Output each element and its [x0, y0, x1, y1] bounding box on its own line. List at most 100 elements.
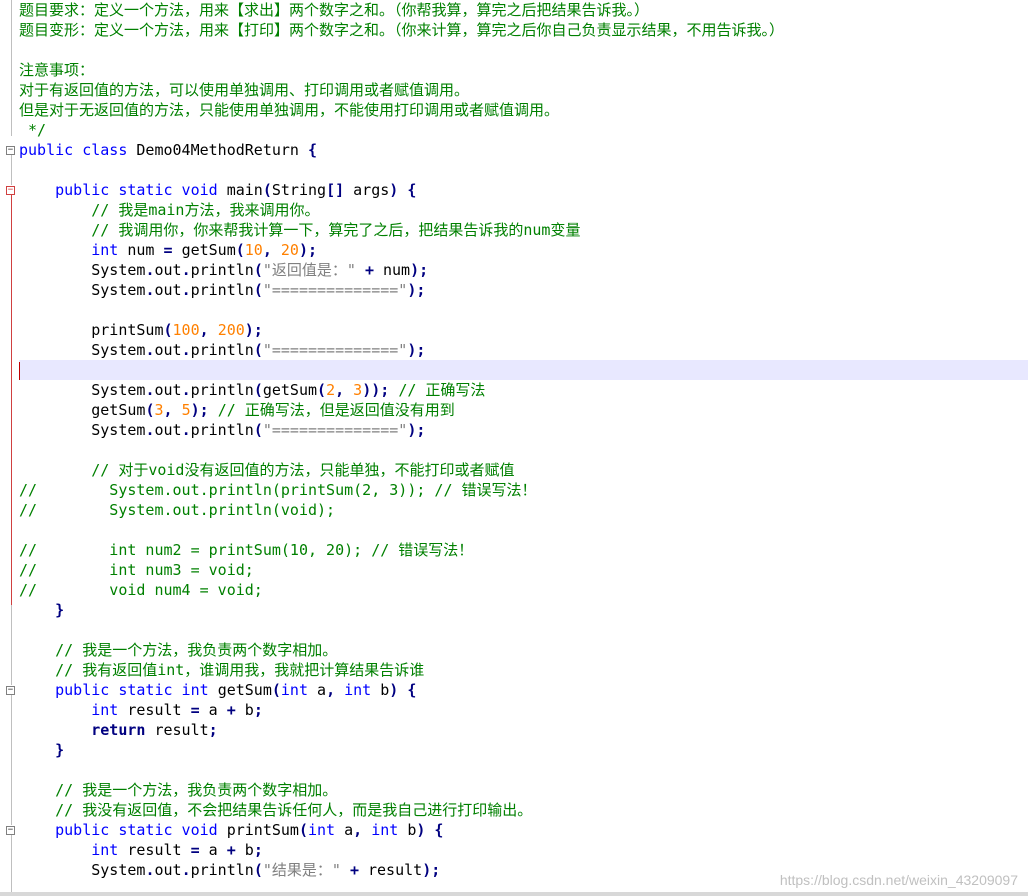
code-line[interactable] — [19, 520, 1028, 540]
fold-toggle-getsum[interactable]: − — [6, 686, 15, 695]
code-token: ) { — [389, 181, 417, 199]
code-line[interactable]: // System.out.println(printSum(2, 3)); /… — [19, 480, 1028, 500]
fold-toggle-class[interactable]: − — [6, 146, 15, 155]
code-line[interactable]: // int num2 = printSum(10, 20); // 错误写法！ — [19, 540, 1028, 560]
code-token: int — [91, 841, 128, 859]
code-line[interactable]: return result; — [19, 720, 1028, 740]
code-token: 5 — [181, 401, 191, 419]
code-token: System — [19, 341, 146, 359]
code-line[interactable]: 题目要求：定义一个方法，用来【求出】两个数字之和。（你帮我算，算完之后把结果告诉… — [19, 0, 1028, 20]
horizontal-scrollbar[interactable] — [0, 892, 1028, 896]
code-line[interactable]: public static int getSum(int a, int b) { — [19, 680, 1028, 700]
code-token: printSum — [19, 321, 164, 339]
code-line[interactable]: getSum(3, 5); // 正确写法，但是返回值没有用到 — [19, 400, 1028, 420]
code-line[interactable] — [19, 760, 1028, 780]
fold-toggle-main[interactable]: − — [6, 186, 15, 195]
code-line[interactable]: System.out.println("=============="); — [19, 340, 1028, 360]
code-line[interactable]: // 我调用你，你来帮我计算一下，算完了之后，把结果告诉我的num变量 — [19, 220, 1028, 240]
code-token: args — [353, 181, 390, 199]
code-token: "==============" — [262, 341, 408, 359]
code-line[interactable]: 题目变形：定义一个方法，用来【打印】两个数字之和。（你来计算，算完之后你自己负责… — [19, 20, 1028, 40]
code-token: getSum — [19, 401, 146, 419]
code-token: . — [181, 341, 191, 359]
code-token: num — [127, 241, 164, 259]
code-line[interactable] — [19, 40, 1028, 60]
code-token: out — [154, 261, 182, 279]
code-token: getSum — [217, 681, 272, 699]
code-line[interactable]: // void num4 = void; — [19, 580, 1028, 600]
code-token: ( — [262, 181, 272, 199]
code-token: ); — [190, 401, 218, 419]
code-line[interactable]: 对于有返回值的方法，可以使用单独调用、打印调用或者赋值调用。 — [19, 80, 1028, 100]
code-token: 20 — [280, 241, 299, 259]
code-token: b — [244, 701, 254, 719]
code-token: // 我没有返回值，不会把结果告诉任何人，而是我自己进行打印输出。 — [55, 801, 533, 819]
code-line[interactable]: System.out.println("返回值是：" + num); — [19, 260, 1028, 280]
code-line[interactable]: // 我有返回值int，谁调用我，我就把计算结果告诉谁 — [19, 660, 1028, 680]
code-line[interactable]: // int num3 = void; — [19, 560, 1028, 580]
code-line[interactable]: int num = getSum(10, 20); — [19, 240, 1028, 260]
code-token: ( — [253, 281, 263, 299]
code-token: , — [335, 381, 354, 399]
fold-line — [11, 835, 12, 896]
code-token: ); — [410, 261, 429, 279]
code-line[interactable]: System.out.println(getSum(2, 3)); // 正确写… — [19, 380, 1028, 400]
code-token: . — [181, 421, 191, 439]
code-line[interactable] — [19, 440, 1028, 460]
code-line[interactable]: // 我是main方法，我来调用你。 — [19, 200, 1028, 220]
code-token: int — [280, 681, 318, 699]
code-token: = — [190, 701, 209, 719]
code-token: result — [368, 861, 423, 879]
code-line[interactable] — [19, 360, 1028, 380]
code-line[interactable]: } — [19, 740, 1028, 760]
code-line[interactable]: int result = a + b; — [19, 840, 1028, 860]
code-token: println — [190, 281, 254, 299]
code-token: 注意事项： — [19, 61, 95, 79]
code-token: return — [91, 721, 155, 739]
code-token: // 我调用你，你来帮我计算一下，算完了之后，把结果告诉我的num变量 — [91, 221, 581, 239]
code-line[interactable] — [19, 620, 1028, 640]
code-token: "返回值是：" — [262, 261, 365, 279]
fold-toggle-printsum[interactable]: − — [6, 826, 15, 835]
code-line[interactable]: System.out.println("=============="); — [19, 420, 1028, 440]
code-token: // System.out.println(printSum(2, 3)); /… — [19, 481, 537, 499]
code-token: int — [91, 701, 128, 719]
code-token: , — [353, 821, 372, 839]
code-token: b — [244, 841, 254, 859]
code-line[interactable]: 注意事项： — [19, 60, 1028, 80]
code-token: // 对于void没有返回值的方法，只能单独，不能打印或者赋值 — [91, 461, 515, 479]
code-token: 2 — [326, 381, 336, 399]
code-line[interactable]: */ — [19, 120, 1028, 140]
code-token: ( — [271, 681, 281, 699]
code-line[interactable]: public static void printSum(int a, int b… — [19, 820, 1028, 840]
code-line[interactable] — [19, 160, 1028, 180]
code-token: // 正确写法 — [398, 381, 486, 399]
code-token: + — [349, 861, 368, 879]
code-line[interactable]: public class Demo04MethodReturn { — [19, 140, 1028, 160]
code-token: "结果是：" — [262, 861, 350, 879]
code-token: { — [308, 141, 318, 159]
code-line[interactable]: // 我是一个方法，我负责两个数字相加。 — [19, 780, 1028, 800]
code-token: out — [154, 381, 182, 399]
code-area[interactable]: 题目要求：定义一个方法，用来【求出】两个数字之和。（你帮我算，算完之后把结果告诉… — [19, 0, 1028, 896]
code-token: printSum — [226, 821, 299, 839]
code-line[interactable] — [19, 300, 1028, 320]
code-line[interactable]: // 我是一个方法，我负责两个数字相加。 — [19, 640, 1028, 660]
code-line[interactable]: } — [19, 600, 1028, 620]
code-line[interactable]: 但是对于无返回值的方法，只能使用单独调用，不能使用打印调用或者赋值调用。 — [19, 100, 1028, 120]
code-token: , — [326, 681, 345, 699]
code-line[interactable]: public static void main(String[] args) { — [19, 180, 1028, 200]
code-token: out — [154, 421, 182, 439]
code-token: "==============" — [262, 421, 408, 439]
code-line[interactable]: printSum(100, 200); — [19, 320, 1028, 340]
code-line[interactable]: // System.out.println(void); — [19, 500, 1028, 520]
code-editor[interactable]: − − − − 题目要求：定义一个方法，用来【求出】两个数字之和。（你帮我算，算… — [0, 0, 1028, 896]
code-line[interactable]: // 我没有返回值，不会把结果告诉任何人，而是我自己进行打印输出。 — [19, 800, 1028, 820]
code-line[interactable]: // 对于void没有返回值的方法，只能单独，不能打印或者赋值 — [19, 460, 1028, 480]
code-line[interactable]: System.out.println("=============="); — [19, 280, 1028, 300]
code-token: . — [181, 381, 191, 399]
code-line[interactable]: int result = a + b; — [19, 700, 1028, 720]
